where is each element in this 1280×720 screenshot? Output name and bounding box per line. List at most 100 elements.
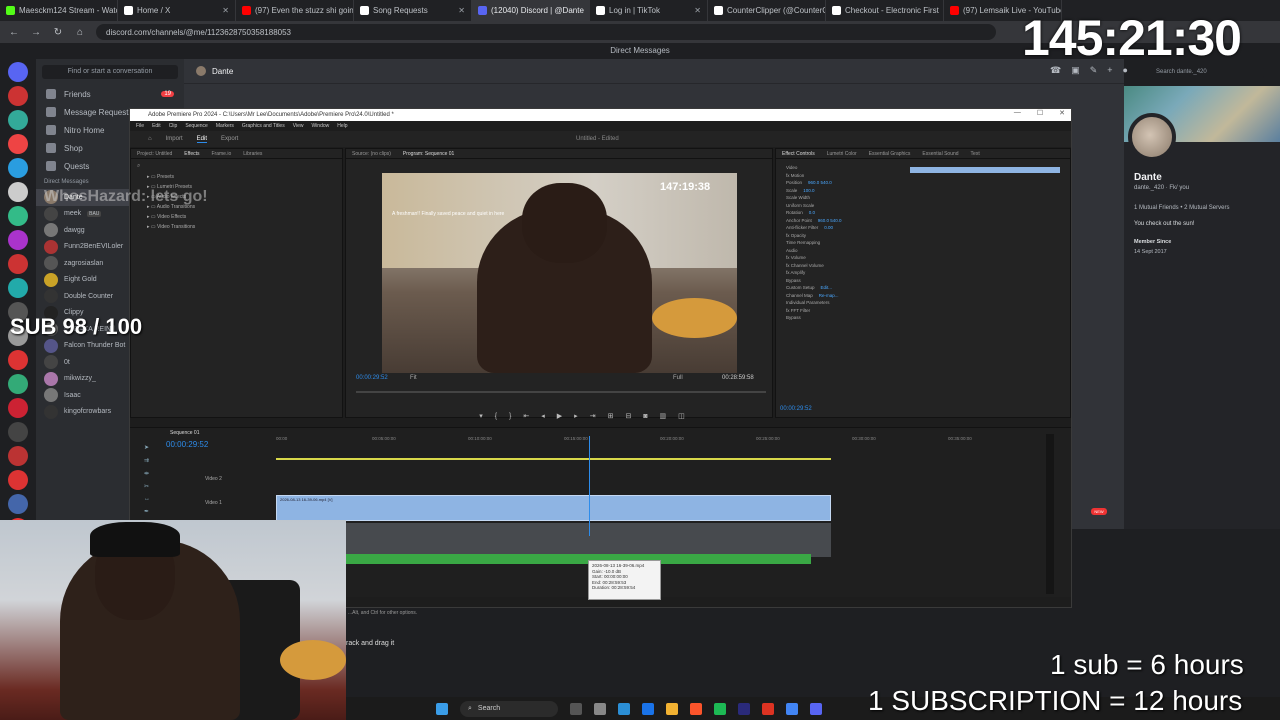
server-icon[interactable] — [8, 446, 28, 466]
close-icon[interactable]: ✕ — [222, 6, 229, 15]
close-icon[interactable]: ✕ — [694, 6, 701, 15]
profile-mutuals[interactable]: 1 Mutual Friends • 2 Mutual Servers — [1134, 205, 1270, 211]
program-video[interactable]: A freshman!! Finally saved peace and qui… — [382, 173, 737, 373]
effect-row[interactable]: fx Channel Volume — [776, 263, 906, 271]
playhead[interactable] — [589, 436, 590, 536]
effect-value[interactable]: 960.0 540.0 — [808, 180, 832, 185]
quality-select[interactable]: Full — [673, 375, 683, 381]
browser-tab[interactable]: Maesckm124 Stream - Watch✕ — [0, 0, 118, 21]
panel-tab[interactable]: Libraries — [243, 151, 262, 157]
workspace-tab[interactable]: Export — [221, 136, 238, 143]
forward-icon[interactable]: → — [30, 27, 42, 38]
server-icon[interactable] — [8, 422, 28, 442]
effect-row[interactable]: Anti-flicker Filter 0.00 — [776, 225, 906, 233]
effect-row[interactable]: fx Volume — [776, 255, 906, 263]
close-icon[interactable]: ✕ — [1059, 109, 1065, 117]
panel-tab[interactable]: Project: Untitled — [137, 151, 172, 157]
workspace-tab[interactable]: Edit — [196, 136, 207, 143]
effect-row[interactable]: fx FFT Filter — [776, 308, 906, 316]
menu-item[interactable]: View — [293, 123, 304, 129]
panel-tab[interactable]: Text — [971, 151, 980, 157]
server-icon[interactable] — [8, 494, 28, 514]
effect-value[interactable]: 100.0 — [803, 188, 814, 193]
step-back-icon[interactable]: ◂ — [541, 412, 545, 420]
insert-icon[interactable]: ⊞ — [608, 412, 614, 420]
menu-item[interactable]: Graphics and Titles — [242, 123, 285, 129]
timeline-ruler[interactable]: 00:00 00:05:00:00 00:10:00:00 00:15:00:00 00… — [276, 436, 1036, 448]
ripple-edit-icon[interactable]: ⇹ — [144, 470, 154, 477]
back-icon[interactable]: ← — [8, 27, 20, 38]
tab-program[interactable]: Program: Sequence 01 — [403, 151, 454, 157]
chrome-icon[interactable] — [786, 702, 798, 715]
store-icon[interactable] — [642, 702, 654, 715]
mark-out-icon[interactable]: } — [509, 413, 511, 420]
menu-item[interactable]: Window — [311, 123, 329, 129]
effect-row[interactable]: fx Amplify — [776, 270, 906, 278]
effect-row[interactable]: Rotation 0.0 — [776, 210, 906, 218]
search-input[interactable]: Search dante._420 — [1152, 66, 1264, 79]
menu-item[interactable]: Edit — [152, 123, 161, 129]
server-icon[interactable] — [8, 278, 28, 298]
home-icon[interactable]: ⌂ — [74, 27, 86, 38]
browser-tab[interactable]: Home / X ✕ — [118, 0, 236, 21]
selection-tool-icon[interactable]: ➤ — [144, 444, 154, 451]
minimize-icon[interactable]: — — [1014, 109, 1021, 117]
premiere-icon[interactable] — [738, 702, 750, 715]
menu-item[interactable]: Markers — [216, 123, 234, 129]
profile-avatar[interactable] — [1128, 113, 1176, 161]
edge-icon[interactable] — [618, 702, 630, 715]
effect-row[interactable]: Position 960.0 540.0 — [776, 180, 906, 188]
effects-folder[interactable]: ▸ ▭ Presets — [131, 173, 342, 183]
effect-value[interactable]: Re-map... — [819, 293, 839, 298]
workspace-tab[interactable]: Import — [166, 136, 183, 143]
spotify-icon[interactable] — [714, 702, 726, 715]
browser-tab[interactable]: Song Requests ✕ — [354, 0, 472, 21]
menu-item[interactable]: File — [136, 123, 144, 129]
menu-item[interactable]: Help — [337, 123, 347, 129]
tab-source[interactable]: Source: (no clips) — [352, 151, 391, 157]
maximize-icon[interactable]: ☐ — [1037, 109, 1043, 117]
export-frame-icon[interactable]: ◙ — [643, 413, 647, 420]
home-icon[interactable]: ⌂ — [148, 136, 152, 142]
find-conversation-input[interactable]: Find or start a conversation — [42, 65, 178, 79]
effects-folder[interactable]: ▸ ▭ Video Effects — [131, 213, 342, 223]
browser-tab[interactable]: (97) Even the stuzz shi goin✕ — [236, 0, 354, 21]
panel-tab[interactable]: Effect Controls — [782, 151, 815, 157]
sequence-tab[interactable]: Sequence 01 — [170, 430, 199, 436]
server-icon[interactable] — [8, 110, 28, 130]
effect-row[interactable]: Audio — [776, 248, 906, 256]
effect-row[interactable]: Anchor Point 960.0 540.0 — [776, 218, 906, 226]
server-icon[interactable] — [8, 254, 28, 274]
slip-tool-icon[interactable]: ↔ — [144, 496, 154, 502]
browser-tab[interactable]: Checkout - Electronic First✕ — [826, 0, 944, 21]
go-to-in-icon[interactable]: ⇤ — [523, 412, 529, 420]
effects-folder[interactable]: ▸ ▭ Video Transitions — [131, 223, 342, 233]
effect-row[interactable]: fx Opacity — [776, 233, 906, 241]
settings-icon[interactable] — [594, 702, 606, 715]
panel-tab[interactable]: Lumetri Color — [827, 151, 857, 157]
marker-icon[interactable]: ▾ — [479, 412, 483, 420]
server-icon[interactable] — [8, 374, 28, 394]
effect-value[interactable]: Edit... — [821, 285, 833, 290]
browser-tab[interactable]: (12040) Discord | @Dante✕ — [472, 0, 590, 21]
menu-item[interactable]: Sequence — [185, 123, 208, 129]
pen-tool-icon[interactable]: ✒ — [144, 508, 154, 515]
overwrite-icon[interactable]: ⊟ — [625, 412, 631, 420]
server-icon[interactable] — [8, 470, 28, 490]
windows-start-icon[interactable] — [436, 702, 448, 715]
browser-tab[interactable]: Log in | TikTok ✕ — [590, 0, 708, 21]
brave-icon[interactable] — [690, 702, 702, 715]
track-header[interactable]: Video 2 — [205, 476, 222, 482]
timeline-timecode[interactable]: 00:00:29:52 — [166, 440, 208, 449]
effect-row[interactable]: Channel Map Re-map... — [776, 293, 906, 301]
video-clip[interactable]: 2026-08-13 16-39-06.mp4 [V] — [276, 495, 831, 521]
server-icon[interactable] — [8, 158, 28, 178]
effect-row[interactable]: Bypass — [776, 278, 906, 286]
program-timecode[interactable]: 00:00:29:52 — [356, 375, 388, 381]
effect-row[interactable]: Scale Width — [776, 195, 906, 203]
close-icon[interactable]: ✕ — [458, 6, 465, 15]
server-icon[interactable] — [8, 350, 28, 370]
task-view-icon[interactable] — [570, 702, 582, 715]
effect-row[interactable]: Video — [776, 165, 906, 173]
dm-nav-item[interactable]: Friends 19 — [36, 85, 184, 103]
